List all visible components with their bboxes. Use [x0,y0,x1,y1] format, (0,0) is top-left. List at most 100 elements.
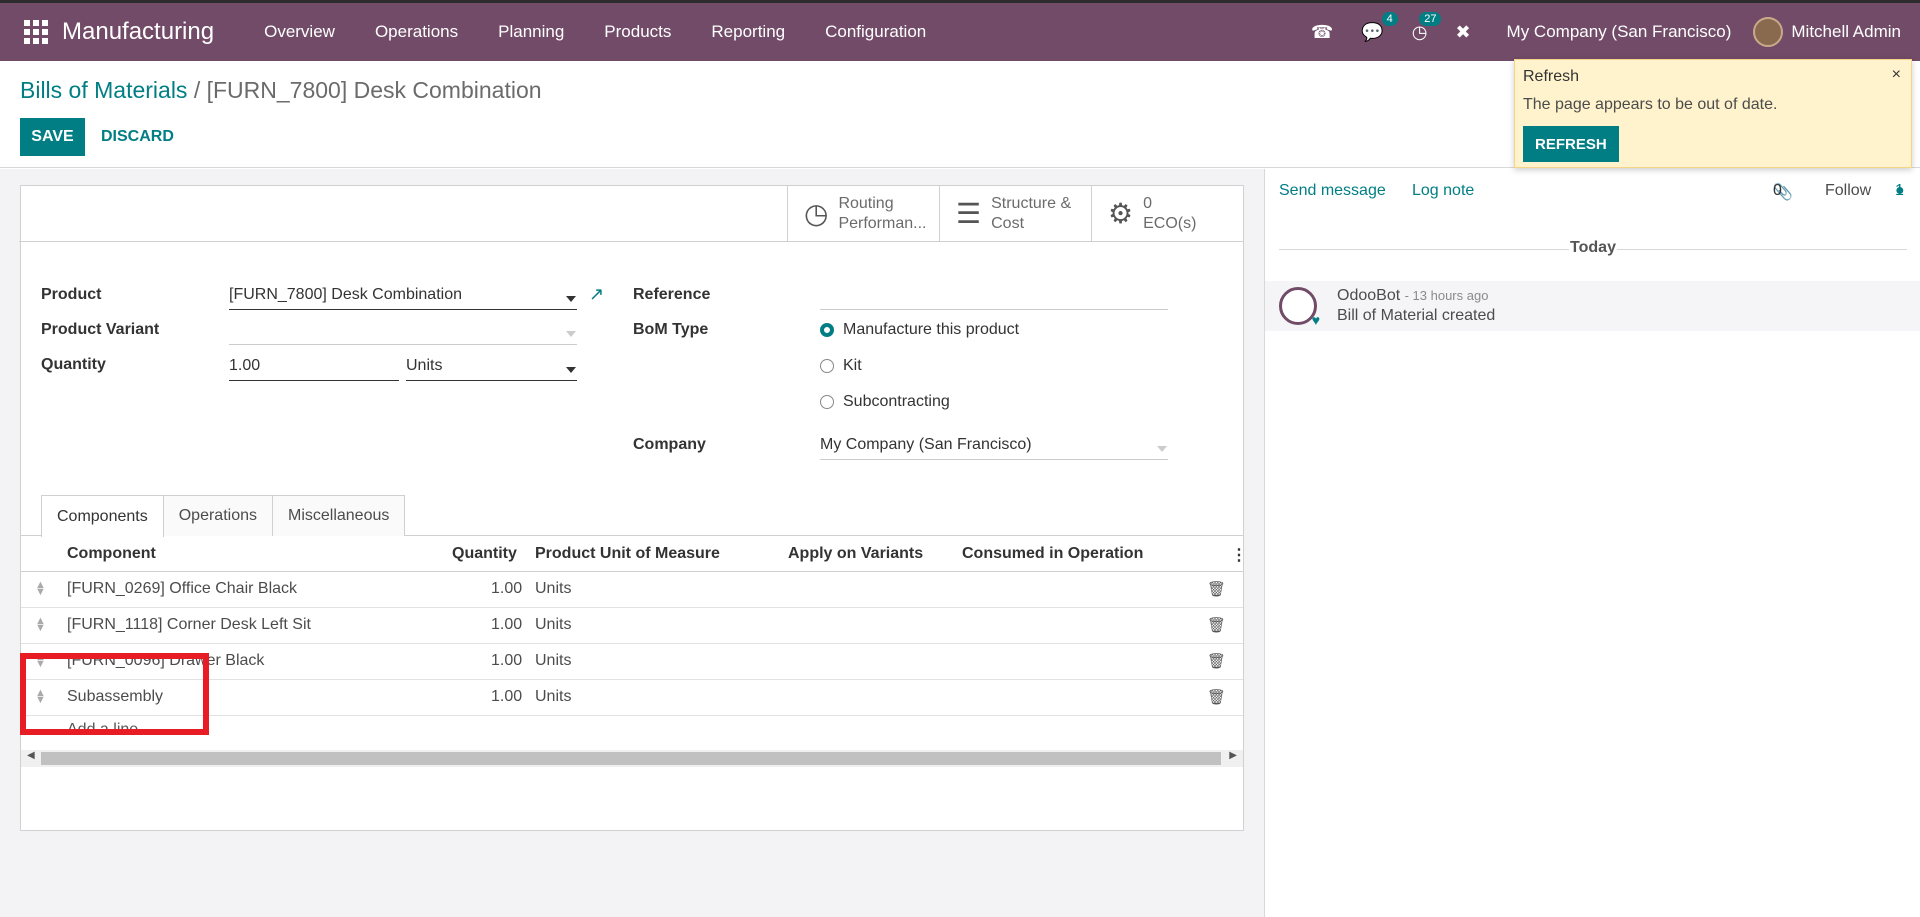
scroll-left-icon[interactable]: ◀ [27,750,35,761]
table-header: Component Quantity Product Unit of Measu… [21,536,1247,572]
scroll-right-icon[interactable]: ▶ [1229,750,1237,761]
tab-components[interactable]: Components [41,495,164,537]
company-field[interactable]: My Company (San Francisco) [820,436,1168,460]
uom-cell[interactable]: Units [535,580,571,598]
variant-dropdown-caret[interactable] [566,331,576,337]
refresh-button[interactable]: REFRESH [1523,126,1619,162]
uom-field[interactable]: Units [406,357,577,381]
highlight-box [20,653,209,735]
radio-icon [820,359,834,373]
message-author[interactable]: OdooBot [1337,287,1400,304]
column-consumed-operation[interactable]: Consumed in Operation [962,545,1143,563]
save-button[interactable]: SAVE [20,118,85,156]
message-time: - 13 hours ago [1404,288,1489,303]
bom-type-manufacture-radio[interactable]: Manufacture this product [820,321,1019,339]
follow-button[interactable]: Follow [1825,182,1871,200]
routing-sublabel: Performan... [838,214,927,232]
refresh-notification: Refresh × The page appears to be out of … [1514,59,1912,168]
attachments-count: 0 [1773,182,1782,199]
date-separator: Today [1265,239,1920,257]
close-icon[interactable]: × [1892,66,1901,84]
uom-cell[interactable]: Units [535,688,571,706]
uom-cell[interactable]: Units [535,652,571,670]
activities-icon[interactable]: ◷ 27 [1398,11,1442,43]
trash-icon[interactable]: 🗑 [1207,652,1226,670]
messages-icon[interactable]: 💬 4 [1347,11,1398,43]
quantity-cell[interactable]: 1.00 [491,580,522,598]
tab-operations[interactable]: Operations [162,495,273,536]
table-row[interactable]: ▲ ▼ [FURN_0269] Office Chair Black 1.00 U… [21,572,1243,608]
avatar[interactable] [1753,17,1784,47]
drag-handle-icon[interactable]: ▲ ▼ [35,580,46,598]
trash-icon[interactable]: 🗑 [1207,616,1226,634]
breadcrumb-separator: / [193,77,201,103]
product-dropdown-caret[interactable] [566,296,576,302]
component-cell[interactable]: [FURN_1118] Corner Desk Left Sit [67,616,311,634]
gears-icon: ⚙ [1108,198,1134,229]
product-variant-field[interactable] [229,321,577,345]
breadcrumb: Bills of Materials / [FURN_7800] Desk Co… [20,77,542,104]
apps-grid-icon[interactable] [18,14,54,50]
app-name[interactable]: Manufacturing [62,18,214,46]
quantity-cell[interactable]: 1.00 [491,652,522,670]
table-row[interactable]: ▲ ▼ [FURN_1118] Corner Desk Left Sit 1.00… [21,608,1243,644]
notebook-tabs: Components Operations Miscellaneous [21,495,1243,537]
drag-handle-icon[interactable]: ▲ ▼ [35,616,46,634]
quantity-field[interactable]: 1.00 [229,357,399,381]
chatter-message: ♥ OdooBot - 13 hours ago Bill of Materia… [1265,281,1920,331]
quantity-cell[interactable]: 1.00 [491,616,522,634]
column-apply-variants[interactable]: Apply on Variants [788,545,923,563]
send-message-button[interactable]: Send message [1279,182,1386,200]
column-component[interactable]: Component [67,545,156,563]
company-switcher[interactable]: My Company (San Francisco) [1485,22,1754,42]
log-note-button[interactable]: Log note [1412,182,1474,200]
component-cell[interactable]: [FURN_0269] Office Chair Black [67,580,297,598]
radio-icon [820,395,834,409]
eco-button[interactable]: ⚙ 0 ECO(s) [1091,186,1243,241]
menu-operations[interactable]: Operations [355,22,478,42]
menu-configuration[interactable]: Configuration [805,22,946,42]
bom-type-option-label: Subcontracting [843,393,950,410]
breadcrumb-current: [FURN_7800] Desk Combination [206,77,542,103]
external-link-icon[interactable]: ↗ [589,284,604,305]
reference-field[interactable] [820,286,1168,310]
bom-type-label: BoM Type [633,321,709,338]
top-navbar: Manufacturing Overview Operations Planni… [0,0,1920,61]
main-menu: Overview Operations Planning Products Re… [244,22,946,42]
bom-type-subcontracting-radio[interactable]: Subcontracting [820,393,950,411]
phone-icon[interactable]: ☎ [1297,22,1347,43]
optional-columns-icon[interactable]: ⋮ [1231,545,1247,565]
debug-tools-icon[interactable]: ✖ [1441,22,1484,43]
followers-count: 1 [1895,182,1904,199]
breadcrumb-parent[interactable]: Bills of Materials [20,77,187,103]
menu-overview[interactable]: Overview [244,22,355,42]
bom-type-option-label: Kit [843,357,862,374]
column-quantity[interactable]: Quantity [452,545,517,563]
routing-performance-button[interactable]: ◷ Routing Performan... [787,186,939,241]
bom-type-option-label: Manufacture this product [843,321,1020,338]
menu-products[interactable]: Products [584,22,691,42]
product-variant-label: Product Variant [41,321,160,338]
tab-miscellaneous[interactable]: Miscellaneous [271,495,406,536]
quantity-cell[interactable]: 1.00 [491,688,522,706]
column-uom[interactable]: Product Unit of Measure [535,545,720,563]
reference-label: Reference [633,286,711,303]
bom-type-kit-radio[interactable]: Kit [820,357,862,375]
trash-icon[interactable]: 🗑 [1207,688,1226,706]
company-dropdown-caret[interactable] [1157,446,1167,452]
menu-planning[interactable]: Planning [478,22,584,42]
heart-icon: ♥ [1311,312,1320,328]
user-menu[interactable]: Mitchell Admin [1791,22,1901,42]
structure-cost-button[interactable]: ☰ Structure & Cost [939,186,1091,241]
trash-icon[interactable]: 🗑 [1207,580,1226,598]
bars-icon: ☰ [956,198,982,229]
uom-cell[interactable]: Units [535,616,571,634]
scrollbar-thumb[interactable] [41,752,1221,765]
horizontal-scrollbar[interactable]: ◀ ▶ [21,750,1243,767]
product-field[interactable]: [FURN_7800] Desk Combination [229,286,577,310]
discard-button[interactable]: DISCARD [101,118,174,156]
clock-icon: ◷ [804,198,829,229]
uom-dropdown-caret[interactable] [566,367,576,373]
systray: ☎ 💬 4 ◷ 27 ✖ My Company (San Francisco) Mi… [1297,3,1920,61]
menu-reporting[interactable]: Reporting [691,22,805,42]
